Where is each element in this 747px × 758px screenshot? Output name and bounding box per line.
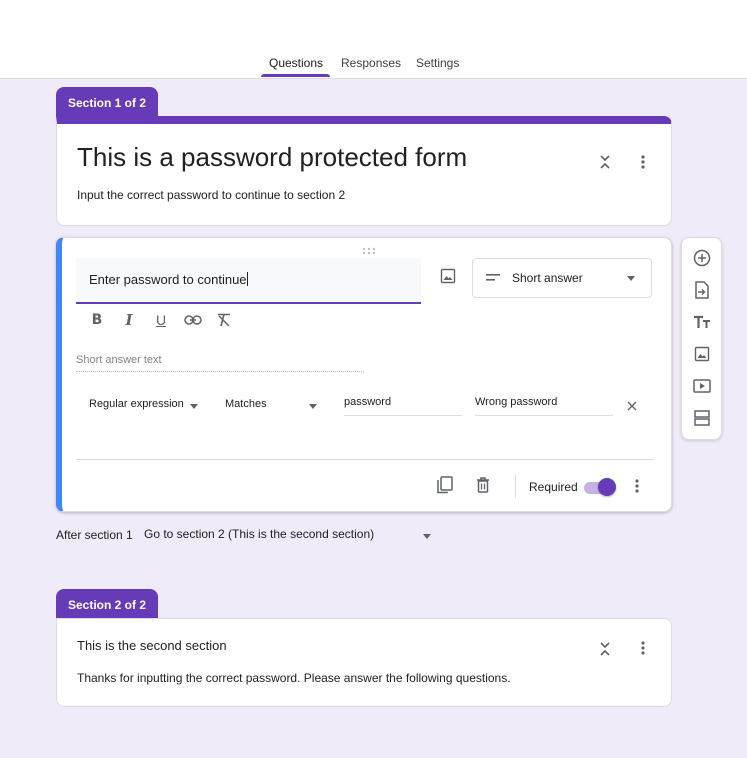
more-options-icon[interactable]: [633, 152, 653, 172]
duplicate-icon[interactable]: [434, 474, 454, 496]
bold-icon[interactable]: B: [87, 310, 107, 330]
question-card[interactable]: Enter password to continue Short answer …: [56, 237, 672, 512]
section-1-tag: Section 1 of 2: [56, 87, 159, 118]
section-2-more-options-icon[interactable]: [633, 638, 653, 658]
section-1-header-card[interactable]: This is a password protected form Input …: [56, 116, 672, 226]
required-toggle-knob[interactable]: [598, 478, 616, 496]
footer-vertical-divider: [515, 474, 516, 498]
link-icon[interactable]: [183, 310, 203, 330]
section-2-description[interactable]: Thanks for inputting the correct passwor…: [77, 671, 511, 685]
validation-condition-chevron-icon[interactable]: [309, 404, 317, 409]
add-image-side-icon[interactable]: [692, 344, 712, 364]
question-more-options-icon[interactable]: [627, 476, 647, 496]
after-section-label: After section 1: [56, 528, 133, 542]
question-title-text: Enter password to continue: [89, 272, 247, 287]
pattern-underline: [344, 415, 462, 416]
after-section-dropdown[interactable]: Go to section 2 (This is the second sect…: [144, 527, 374, 541]
import-questions-icon[interactable]: [692, 280, 712, 300]
validation-type-dropdown[interactable]: Regular expression: [89, 398, 184, 410]
italic-icon[interactable]: I: [119, 310, 139, 330]
add-section-icon[interactable]: [692, 408, 712, 428]
question-title-input[interactable]: Enter password to continue: [76, 258, 421, 304]
add-image-icon[interactable]: [438, 266, 458, 286]
top-bar: Questions Responses Settings: [0, 0, 747, 79]
required-label: Required: [529, 480, 578, 494]
add-video-icon[interactable]: [692, 376, 712, 396]
validation-condition-dropdown[interactable]: Matches: [225, 398, 267, 410]
validation-error-input[interactable]: Wrong password: [475, 396, 557, 408]
error-underline: [475, 415, 613, 416]
clear-format-icon[interactable]: [214, 310, 234, 330]
form-description[interactable]: Input the correct password to continue t…: [77, 188, 345, 202]
delete-icon[interactable]: [473, 474, 493, 496]
underline-icon[interactable]: U: [151, 310, 171, 330]
question-type-dropdown[interactable]: Short answer: [472, 258, 652, 298]
collapse-section-icon[interactable]: [595, 152, 615, 172]
validation-pattern-input[interactable]: password: [344, 396, 391, 408]
collapse-section-2-icon[interactable]: [595, 639, 615, 659]
after-section-chevron-icon[interactable]: [423, 534, 431, 539]
text-caret: [246, 272, 248, 286]
question-type-label: Short answer: [512, 271, 583, 285]
chevron-down-icon: [627, 276, 635, 281]
add-title-icon[interactable]: [692, 312, 712, 332]
section-2-tag: Section 2 of 2: [56, 589, 159, 620]
active-tab-indicator: [261, 74, 330, 77]
remove-validation-icon[interactable]: [622, 396, 642, 416]
tab-responses[interactable]: Responses: [341, 56, 401, 70]
section-2-header-card[interactable]: This is the second section Thanks for in…: [56, 618, 672, 707]
validation-type-chevron-icon[interactable]: [190, 404, 198, 409]
form-title[interactable]: This is a password protected form: [77, 142, 467, 173]
tab-questions[interactable]: Questions: [269, 56, 323, 70]
short-answer-placeholder: Short answer text: [76, 352, 364, 372]
question-footer-divider: [76, 459, 654, 460]
floating-toolbar: [681, 237, 722, 440]
section-2-title[interactable]: This is the second section: [77, 638, 227, 653]
short-answer-icon: [485, 272, 501, 284]
add-question-icon[interactable]: [692, 248, 712, 268]
drag-handle-icon[interactable]: [362, 242, 376, 255]
tab-settings[interactable]: Settings: [416, 56, 459, 70]
